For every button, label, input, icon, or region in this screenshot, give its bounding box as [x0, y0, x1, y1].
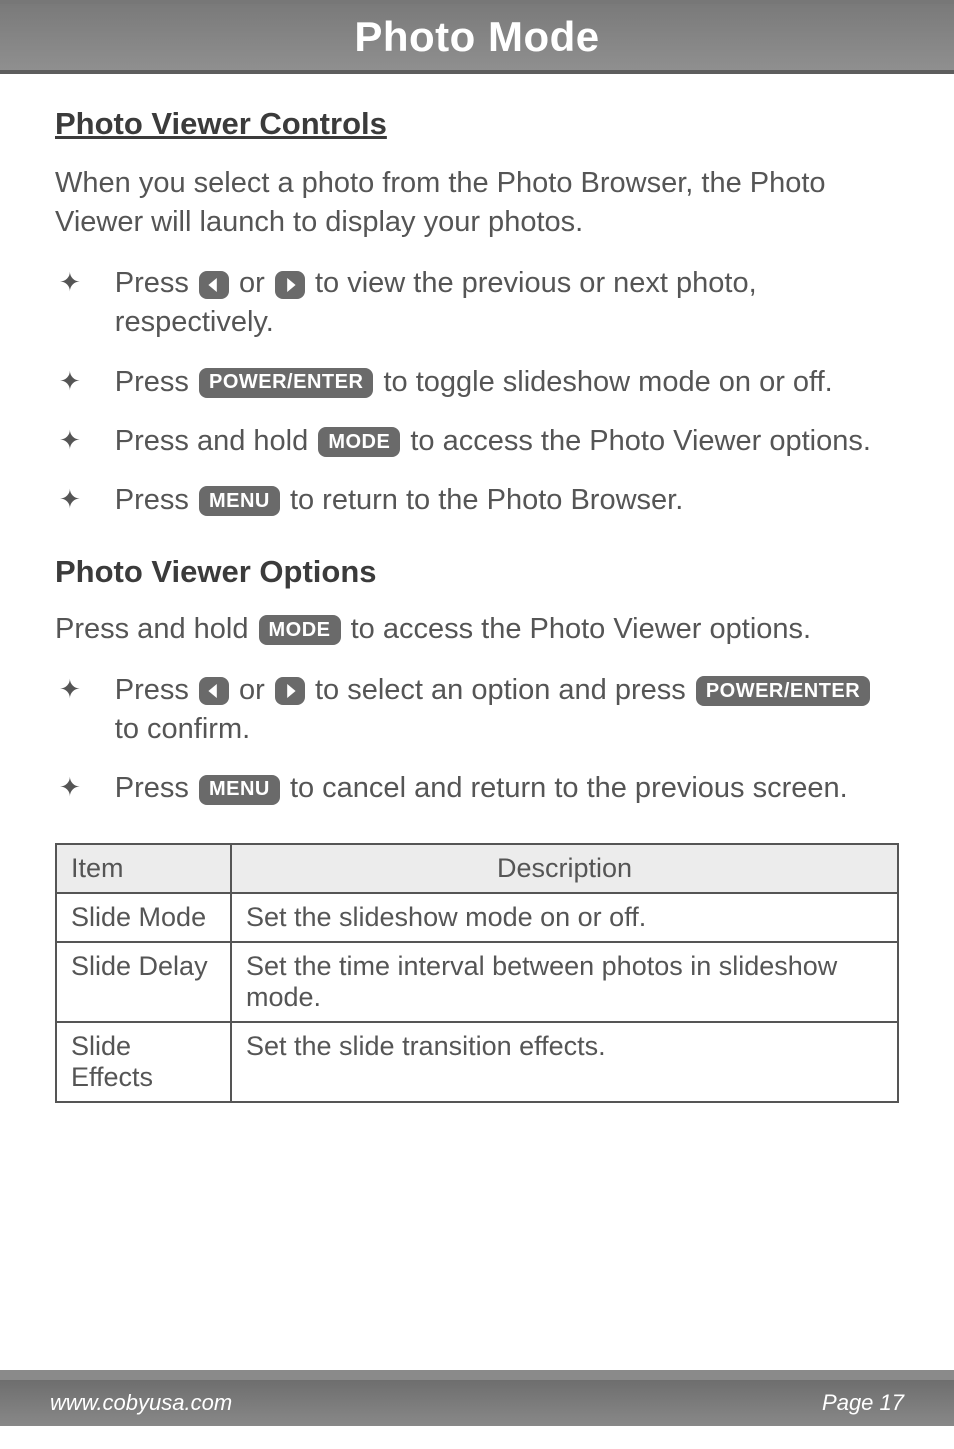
- text-fragment: Press: [115, 772, 197, 804]
- controls-list: ✦ Press or to view the previous or next …: [55, 264, 899, 520]
- list-text: Press MENU to return to the Photo Browse…: [115, 481, 683, 520]
- list-text: Press POWER/ENTER to toggle slideshow mo…: [115, 363, 833, 402]
- text-fragment: or: [239, 267, 273, 299]
- text-fragment: Press: [115, 484, 197, 516]
- table-row: Slide Delay Set the time interval betwee…: [56, 942, 898, 1022]
- menu-key-icon: MENU: [199, 486, 280, 516]
- text-fragment: to cancel and return to the previous scr…: [290, 772, 848, 804]
- table-header-description: Description: [231, 844, 898, 893]
- text-fragment: to confirm.: [115, 713, 250, 745]
- list-item: ✦ Press POWER/ENTER to toggle slideshow …: [55, 363, 899, 402]
- page-title: Photo Mode: [354, 13, 599, 61]
- table-row: Slide Mode Set the slideshow mode on or …: [56, 893, 898, 942]
- page-content: Photo Viewer Controls When you select a …: [0, 74, 954, 1103]
- menu-key-icon: MENU: [199, 775, 280, 805]
- footer-url: www.cobyusa.com: [50, 1390, 232, 1416]
- list-item: ✦ Press and hold MODE to access the Phot…: [55, 422, 899, 461]
- list-text: Press and hold MODE to access the Photo …: [115, 422, 871, 461]
- bullet-icon: ✦: [55, 422, 81, 458]
- left-key-icon: [199, 271, 229, 299]
- right-key-icon: [275, 677, 305, 705]
- page-footer: www.cobyusa.com Page 17: [0, 1380, 954, 1426]
- table-cell-desc: Set the slideshow mode on or off.: [231, 893, 898, 942]
- section1-intro: When you select a photo from the Photo B…: [55, 164, 899, 242]
- text-fragment: Press: [115, 674, 197, 706]
- bullet-icon: ✦: [55, 671, 81, 707]
- left-key-icon: [199, 677, 229, 705]
- list-item: ✦ Press or to select an option and press…: [55, 671, 899, 749]
- table-cell-item: Slide Mode: [56, 893, 231, 942]
- footer-divider: [0, 1370, 954, 1380]
- table-header-item: Item: [56, 844, 231, 893]
- bullet-icon: ✦: [55, 264, 81, 300]
- text-fragment: to toggle slideshow mode on or off.: [383, 366, 832, 398]
- table-cell-item: Slide Delay: [56, 942, 231, 1022]
- section2-intro: Press and hold MODE to access the Photo …: [55, 610, 899, 649]
- page-header: Photo Mode: [0, 4, 954, 74]
- table-cell-item: Slide Effects: [56, 1022, 231, 1102]
- bullet-icon: ✦: [55, 363, 81, 399]
- mode-key-icon: MODE: [259, 615, 341, 645]
- options-list: ✦ Press or to select an option and press…: [55, 671, 899, 808]
- list-item: ✦ Press or to view the previous or next …: [55, 264, 899, 342]
- section-title-controls: Photo Viewer Controls: [55, 106, 899, 142]
- text-fragment: or: [239, 674, 273, 706]
- list-item: ✦ Press MENU to cancel and return to the…: [55, 769, 899, 808]
- power-enter-key-icon: POWER/ENTER: [696, 676, 870, 706]
- text-fragment: to access the Photo Viewer options.: [410, 425, 871, 457]
- bullet-icon: ✦: [55, 481, 81, 517]
- section-title-options: Photo Viewer Options: [55, 554, 899, 590]
- text-fragment: Press: [115, 366, 197, 398]
- footer-page-number: Page 17: [822, 1390, 904, 1416]
- text-fragment: to select an option and press: [315, 674, 694, 706]
- list-item: ✦ Press MENU to return to the Photo Brow…: [55, 481, 899, 520]
- list-text: Press or to view the previous or next ph…: [115, 264, 899, 342]
- text-fragment: to access the Photo Viewer options.: [351, 613, 812, 645]
- list-text: Press MENU to cancel and return to the p…: [115, 769, 848, 808]
- table-cell-desc: Set the slide transition effects.: [231, 1022, 898, 1102]
- table-cell-desc: Set the time interval between photos in …: [231, 942, 898, 1022]
- right-key-icon: [275, 271, 305, 299]
- text-fragment: Press and hold: [55, 613, 257, 645]
- power-enter-key-icon: POWER/ENTER: [199, 368, 373, 398]
- text-fragment: Press and hold: [115, 425, 317, 457]
- table-row: Slide Effects Set the slide transition e…: [56, 1022, 898, 1102]
- text-fragment: to return to the Photo Browser.: [290, 484, 683, 516]
- list-text: Press or to select an option and press P…: [115, 671, 899, 749]
- table-header-row: Item Description: [56, 844, 898, 893]
- mode-key-icon: MODE: [318, 427, 400, 457]
- bullet-icon: ✦: [55, 769, 81, 805]
- text-fragment: Press: [115, 267, 197, 299]
- options-table: Item Description Slide Mode Set the slid…: [55, 843, 899, 1103]
